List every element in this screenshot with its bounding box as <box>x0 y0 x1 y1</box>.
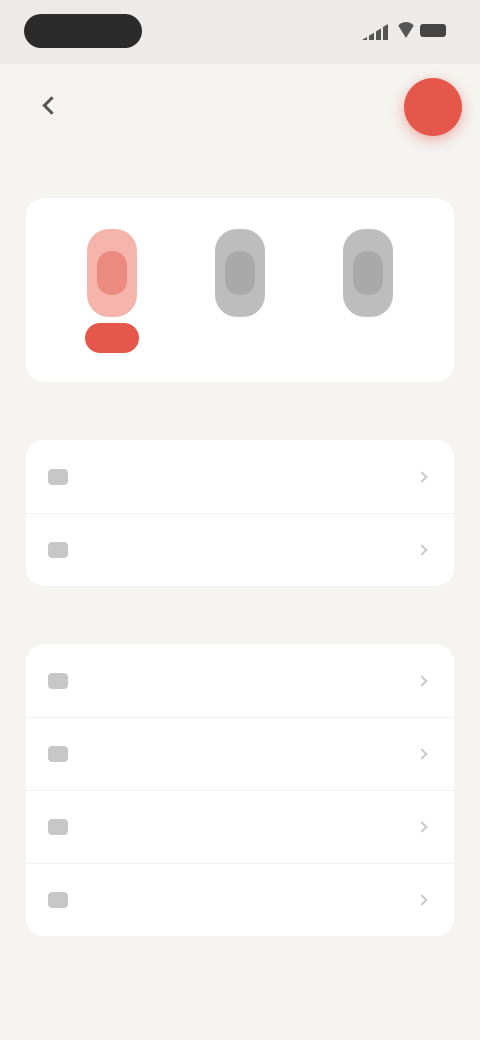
list-row-icon <box>48 819 68 835</box>
list-row-icon <box>48 892 68 908</box>
chevron-right-icon <box>416 470 428 483</box>
list-item[interactable] <box>26 513 454 586</box>
list-row-icon <box>48 672 68 689</box>
list-item[interactable] <box>26 717 454 790</box>
list-row-icon <box>48 746 68 762</box>
option-figure-icon <box>343 229 393 317</box>
appearance-options-card <box>26 198 454 382</box>
wifi-icon <box>396 22 416 38</box>
back-button[interactable] <box>36 90 66 120</box>
list-item[interactable] <box>26 644 454 717</box>
option-figure-icon <box>215 229 265 317</box>
list-row-icon <box>48 468 68 485</box>
chevron-right-icon <box>416 674 428 687</box>
fab-button[interactable] <box>404 78 462 136</box>
list-item[interactable] <box>26 863 454 936</box>
chevron-right-icon <box>416 821 428 833</box>
battery-icon <box>420 24 446 37</box>
chevron-left-icon <box>41 95 61 115</box>
list-item[interactable] <box>26 440 454 513</box>
settings-card-one <box>26 440 454 586</box>
status-bar <box>0 0 480 64</box>
nav-bar <box>0 64 480 154</box>
option-figure-icon <box>87 229 137 317</box>
list-row-icon <box>48 542 68 558</box>
chevron-right-icon <box>416 894 428 906</box>
status-icons <box>362 22 446 40</box>
list-item[interactable] <box>26 790 454 863</box>
chevron-right-icon <box>416 748 428 760</box>
option-1[interactable] <box>62 215 162 365</box>
chevron-right-icon <box>416 544 428 556</box>
option-2[interactable] <box>190 215 290 365</box>
settings-card-two <box>26 644 454 936</box>
option-3[interactable] <box>318 215 418 365</box>
status-time-pill <box>24 14 142 48</box>
option-selected-badge <box>85 323 139 353</box>
signal-icon <box>362 24 388 40</box>
